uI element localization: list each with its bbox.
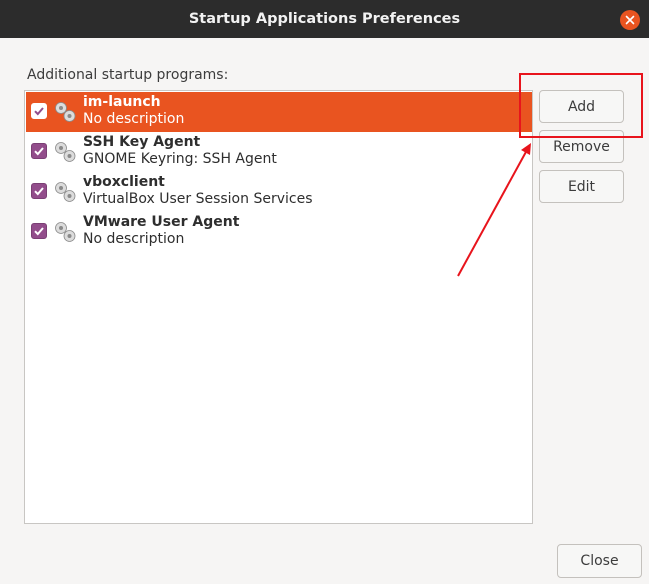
checkmark-icon — [34, 147, 44, 156]
list-label: Additional startup programs: — [27, 67, 229, 83]
gears-icon — [55, 222, 76, 242]
edit-button[interactable]: Edit — [539, 170, 624, 203]
enabled-checkbox[interactable] — [31, 223, 47, 239]
enabled-checkbox[interactable] — [31, 143, 47, 159]
list-item[interactable]: SSH Key Agent GNOME Keyring: SSH Agent — [26, 132, 532, 172]
list-item[interactable]: im-launch No description — [26, 92, 532, 132]
item-name: im-launch — [83, 94, 161, 110]
enabled-checkbox[interactable] — [31, 103, 47, 119]
item-name: SSH Key Agent — [83, 134, 201, 150]
gears-icon — [55, 142, 76, 162]
item-description: No description — [83, 111, 185, 127]
item-description: GNOME Keyring: SSH Agent — [83, 151, 277, 167]
item-name: VMware User Agent — [83, 214, 240, 230]
item-name: vboxclient — [83, 174, 165, 190]
list-item[interactable]: VMware User Agent No description — [26, 212, 532, 252]
item-description: VirtualBox User Session Services — [83, 191, 313, 207]
gears-icon — [55, 102, 76, 122]
list-item[interactable]: vboxclient VirtualBox User Session Servi… — [26, 172, 532, 212]
window-title: Startup Applications Preferences — [188, 11, 461, 27]
annotation-highlight-box — [519, 73, 643, 138]
startup-programs-list[interactable]: im-launch No description SSH Key Agent G… — [24, 90, 533, 524]
enabled-checkbox[interactable] — [31, 183, 47, 199]
window-close-button[interactable] — [620, 10, 640, 30]
title-bar: Startup Applications Preferences — [0, 0, 649, 38]
close-button[interactable]: Close — [557, 544, 642, 578]
item-description: No description — [83, 231, 185, 247]
checkmark-icon — [34, 227, 44, 236]
checkmark-icon — [34, 187, 44, 196]
gears-icon — [55, 182, 76, 202]
checkmark-icon — [34, 107, 44, 116]
close-icon — [625, 15, 635, 25]
